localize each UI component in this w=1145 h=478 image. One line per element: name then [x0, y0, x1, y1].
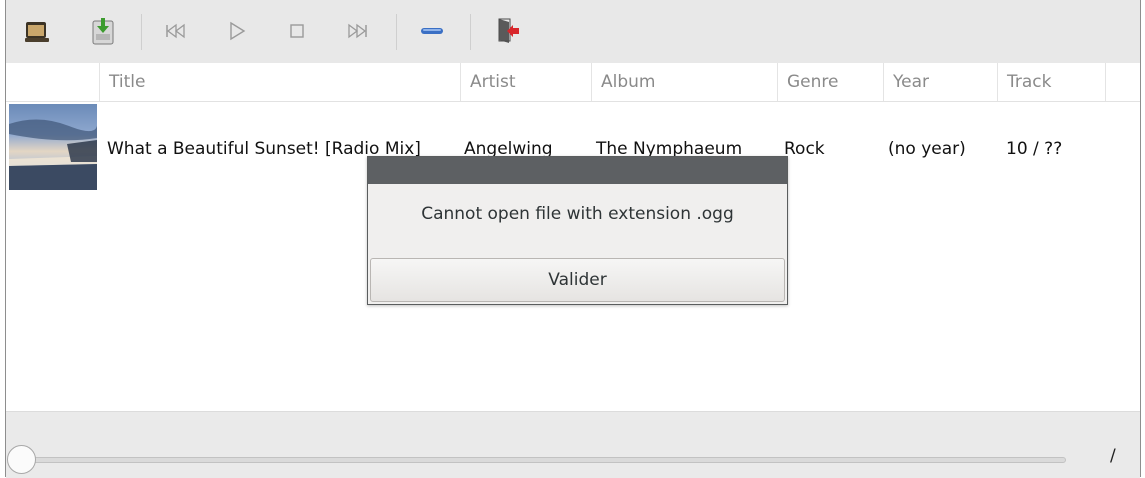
dialog-message: Cannot open file with extension .ogg — [421, 204, 734, 224]
validate-button[interactable]: Valider — [370, 258, 785, 302]
stop-button[interactable] — [280, 14, 314, 48]
toolbar-separator — [470, 14, 471, 50]
remove-button[interactable] — [415, 14, 449, 48]
remove-icon — [421, 28, 443, 34]
error-dialog: Cannot open file with extension .ogg Val… — [367, 156, 788, 305]
toolbar-separator — [396, 14, 397, 50]
track-year: (no year) — [888, 139, 966, 159]
download-icon — [92, 18, 114, 45]
column-header-track[interactable]: Track — [997, 63, 1105, 101]
dialog-title-bar[interactable] — [368, 157, 787, 184]
previous-button[interactable] — [159, 14, 193, 48]
column-header-year[interactable]: Year — [883, 63, 997, 101]
play-icon — [230, 21, 246, 41]
quit-button[interactable] — [490, 14, 524, 48]
open-folder-button[interactable] — [20, 14, 54, 48]
previous-icon — [166, 23, 185, 39]
album-art-thumbnail — [9, 104, 97, 190]
column-header-title[interactable]: Title — [99, 63, 460, 101]
column-header-filler — [1105, 63, 1141, 101]
column-header-artist[interactable]: Artist — [460, 63, 591, 101]
table-header: Title Artist Album Genre Year Track — [6, 63, 1140, 102]
next-icon — [348, 23, 367, 39]
next-button[interactable] — [340, 14, 374, 48]
stop-icon — [290, 24, 304, 38]
seek-slider-track[interactable] — [20, 457, 1066, 463]
time-display: / — [1110, 446, 1116, 466]
play-button[interactable] — [220, 14, 254, 48]
column-header-album[interactable]: Album — [591, 63, 777, 101]
column-header-genre[interactable]: Genre — [777, 63, 883, 101]
toolbar — [6, 0, 1140, 64]
seek-slider-handle[interactable] — [7, 445, 36, 474]
folder-icon — [25, 22, 49, 42]
track-number: 10 / ?? — [1006, 139, 1063, 159]
exit-icon — [498, 18, 519, 43]
track-genre: Rock — [784, 139, 825, 159]
toolbar-separator — [141, 14, 142, 50]
player-bar: / — [6, 411, 1140, 478]
import-button[interactable] — [86, 14, 120, 48]
